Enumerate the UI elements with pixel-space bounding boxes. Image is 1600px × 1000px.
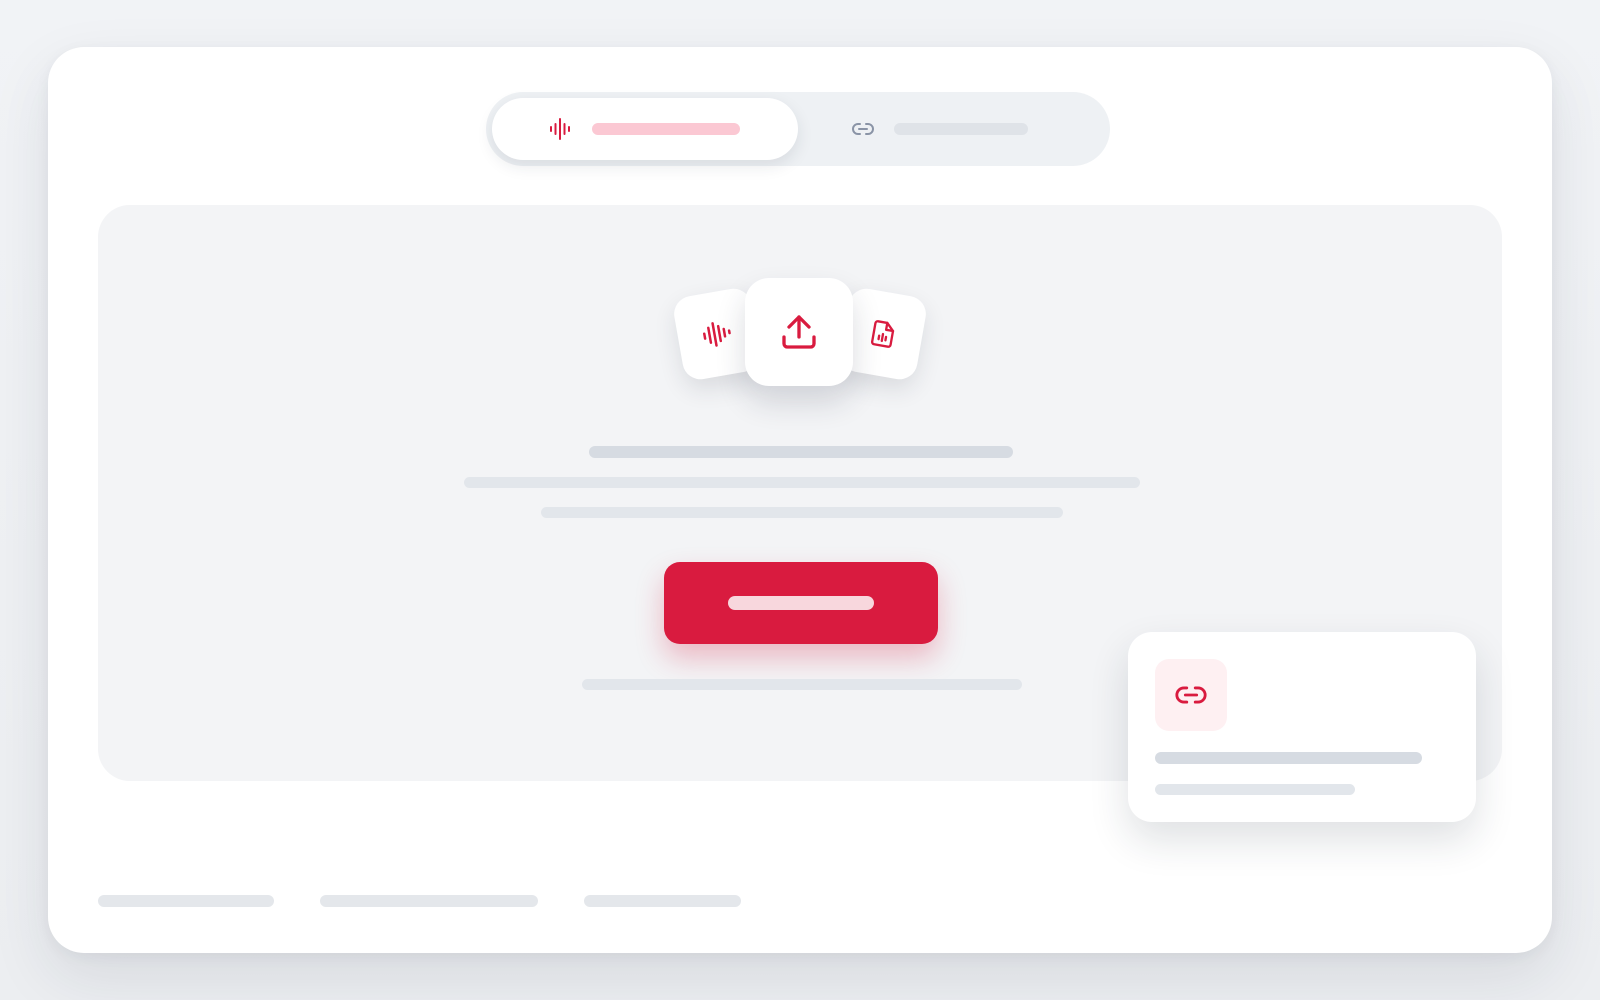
tab-audio-label <box>592 123 740 135</box>
link-icon <box>852 123 874 135</box>
upload-button-label <box>728 596 874 610</box>
link-card-title <box>1155 752 1422 764</box>
link-icon-badge <box>1155 659 1227 731</box>
main-card <box>48 47 1552 953</box>
tab-link[interactable] <box>806 98 1104 160</box>
link-icon <box>1175 686 1207 704</box>
footer-link-2[interactable] <box>320 895 538 907</box>
source-tabs <box>486 92 1110 166</box>
footer-link-1[interactable] <box>98 895 274 907</box>
link-card-subtitle <box>1155 784 1355 795</box>
dropzone-title <box>589 446 1013 458</box>
upload-icon <box>782 315 816 349</box>
upload-card[interactable] <box>745 278 853 386</box>
waveform-icon <box>550 118 570 140</box>
dropzone-hint <box>582 679 1022 690</box>
tab-link-label <box>894 123 1028 135</box>
dropzone-description <box>464 477 1140 488</box>
upload-button[interactable] <box>664 562 938 644</box>
waveform-icon <box>703 322 731 347</box>
link-import-card[interactable] <box>1128 632 1476 822</box>
footer-link-3[interactable] <box>584 895 741 907</box>
dropzone-description-line-2 <box>541 507 1063 518</box>
audio-file-icon <box>871 320 895 348</box>
tab-audio[interactable] <box>492 98 798 160</box>
